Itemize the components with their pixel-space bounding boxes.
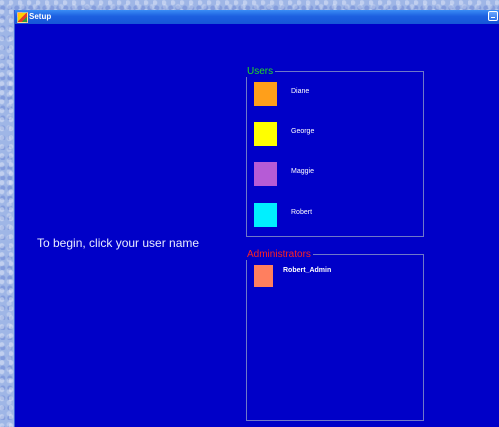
- user-name-label[interactable]: Maggie: [291, 168, 314, 175]
- user-name-label[interactable]: Robert: [291, 209, 312, 216]
- administrators-group-label: Administrators: [245, 249, 313, 260]
- admin-color-swatch[interactable]: [254, 265, 273, 287]
- administrators-group: Administrators Robert_Admin: [245, 249, 424, 421]
- users-group-label: Users: [245, 66, 276, 77]
- minimize-button[interactable]: [488, 11, 498, 21]
- user-name-label[interactable]: George: [291, 128, 314, 135]
- user-color-swatch[interactable]: [254, 122, 277, 146]
- instruction-text: To begin, click your user name: [37, 236, 200, 250]
- setup-app-icon: [17, 12, 28, 23]
- user-color-swatch[interactable]: [254, 82, 277, 106]
- admin-name-label[interactable]: Robert_Admin: [283, 267, 331, 274]
- users-group: Users Diane George Maggie Robert: [245, 66, 424, 237]
- user-name-label[interactable]: Diane: [291, 88, 309, 95]
- setup-window: Setup To begin, click your user name Use…: [14, 10, 499, 427]
- window-title: Setup: [29, 12, 52, 21]
- user-color-swatch[interactable]: [254, 203, 277, 227]
- title-bar[interactable]: Setup: [15, 10, 499, 24]
- user-color-swatch[interactable]: [254, 162, 277, 186]
